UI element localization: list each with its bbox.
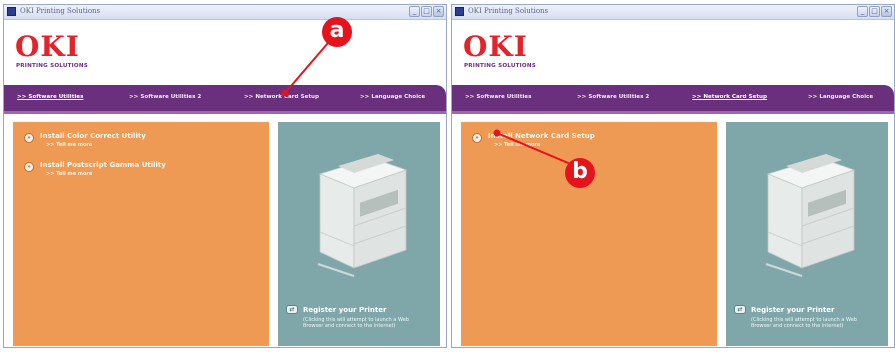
nav-bar: >> Software Utilities >> Software Utilit… — [4, 85, 446, 114]
tell-me-more-link[interactable]: >> Tell me more — [494, 142, 595, 148]
register-printer-link[interactable]: ⇄ Register your Printer (Clicking this w… — [734, 305, 857, 329]
nav-bar: >> Software Utilities >> Software Utilit… — [452, 85, 894, 114]
register-note-line2: Browser and connect to the internet) — [303, 323, 396, 329]
app-icon — [455, 7, 464, 16]
nav-network-card-setup[interactable]: >> Network Card Setup — [244, 94, 319, 100]
install-network-card-item[interactable]: » Install Network Card Setup >> Tell me … — [472, 132, 595, 148]
nav-language-choice[interactable]: >> Language Choice — [360, 94, 425, 100]
close-button[interactable]: × — [433, 6, 444, 17]
window-title: OKI Printing Solutions — [20, 7, 101, 15]
install-postscript-gamma-item[interactable]: » Install Postscript Gamma Utility >> Te… — [24, 161, 166, 177]
oki-logo: OKI — [15, 30, 80, 63]
bullet-icon[interactable]: » — [24, 162, 34, 172]
printer-panel: ⇄ Register your Printer (Clicking this w… — [278, 122, 440, 346]
logo-tagline: PRINTING SOLUTIONS — [16, 63, 88, 69]
utility-label[interactable]: Install Postscript Gamma Utility — [40, 161, 166, 169]
tell-me-more-link[interactable]: >> Tell me more — [46, 171, 166, 177]
callout-a: a — [322, 17, 352, 47]
maximize-button[interactable]: □ — [421, 6, 432, 17]
bullet-icon[interactable]: » — [24, 133, 34, 143]
title-bar[interactable]: OKI Printing Solutions _ □ × — [4, 5, 446, 20]
bullet-icon[interactable]: » — [472, 133, 482, 143]
window-title: OKI Printing Solutions — [468, 7, 549, 15]
minimize-button[interactable]: _ — [857, 6, 868, 17]
utilities-panel: » Install Network Card Setup >> Tell me … — [461, 122, 717, 346]
nav-software-utilities[interactable]: >> Software Utilities — [465, 94, 531, 100]
register-note-line2: Browser and connect to the internet) — [751, 323, 844, 329]
minimize-button[interactable]: _ — [409, 6, 420, 17]
printer-image — [317, 154, 408, 277]
maximize-button[interactable]: □ — [869, 6, 880, 17]
window-controls: _ □ × — [409, 6, 444, 17]
callout-b: b — [565, 158, 595, 188]
oki-logo: OKI — [463, 30, 528, 63]
app-icon — [7, 7, 16, 16]
tell-me-more-link[interactable]: >> Tell me more — [46, 142, 146, 148]
register-printer-link[interactable]: ⇄ Register your Printer (Clicking this w… — [286, 305, 409, 329]
nav-software-utilities[interactable]: >> Software Utilities — [17, 94, 83, 100]
register-icon: ⇄ — [734, 305, 746, 314]
utilities-panel: » Install Color Correct Utility >> Tell … — [13, 122, 269, 346]
app-window-right: OKI Printing Solutions _ □ × OKI PRINTIN… — [451, 4, 895, 348]
utility-label[interactable]: Install Color Correct Utility — [40, 132, 146, 140]
app-window-left: OKI Printing Solutions _ □ × OKI PRINTIN… — [3, 4, 447, 348]
printer-panel: ⇄ Register your Printer (Clicking this w… — [726, 122, 888, 346]
nav-software-utilities-2[interactable]: >> Software Utilities 2 — [129, 94, 201, 100]
title-bar[interactable]: OKI Printing Solutions _ □ × — [452, 5, 894, 20]
window-controls: _ □ × — [857, 6, 892, 17]
utility-label[interactable]: Install Network Card Setup — [488, 132, 595, 140]
nav-network-card-setup[interactable]: >> Network Card Setup — [692, 94, 767, 100]
register-title[interactable]: Register your Printer — [751, 306, 834, 314]
logo-tagline: PRINTING SOLUTIONS — [464, 63, 536, 69]
close-button[interactable]: × — [881, 6, 892, 17]
nav-language-choice[interactable]: >> Language Choice — [808, 94, 873, 100]
register-title[interactable]: Register your Printer — [303, 306, 386, 314]
register-icon: ⇄ — [286, 305, 298, 314]
printer-image — [765, 154, 856, 277]
install-color-correct-item[interactable]: » Install Color Correct Utility >> Tell … — [24, 132, 146, 148]
nav-software-utilities-2[interactable]: >> Software Utilities 2 — [577, 94, 649, 100]
